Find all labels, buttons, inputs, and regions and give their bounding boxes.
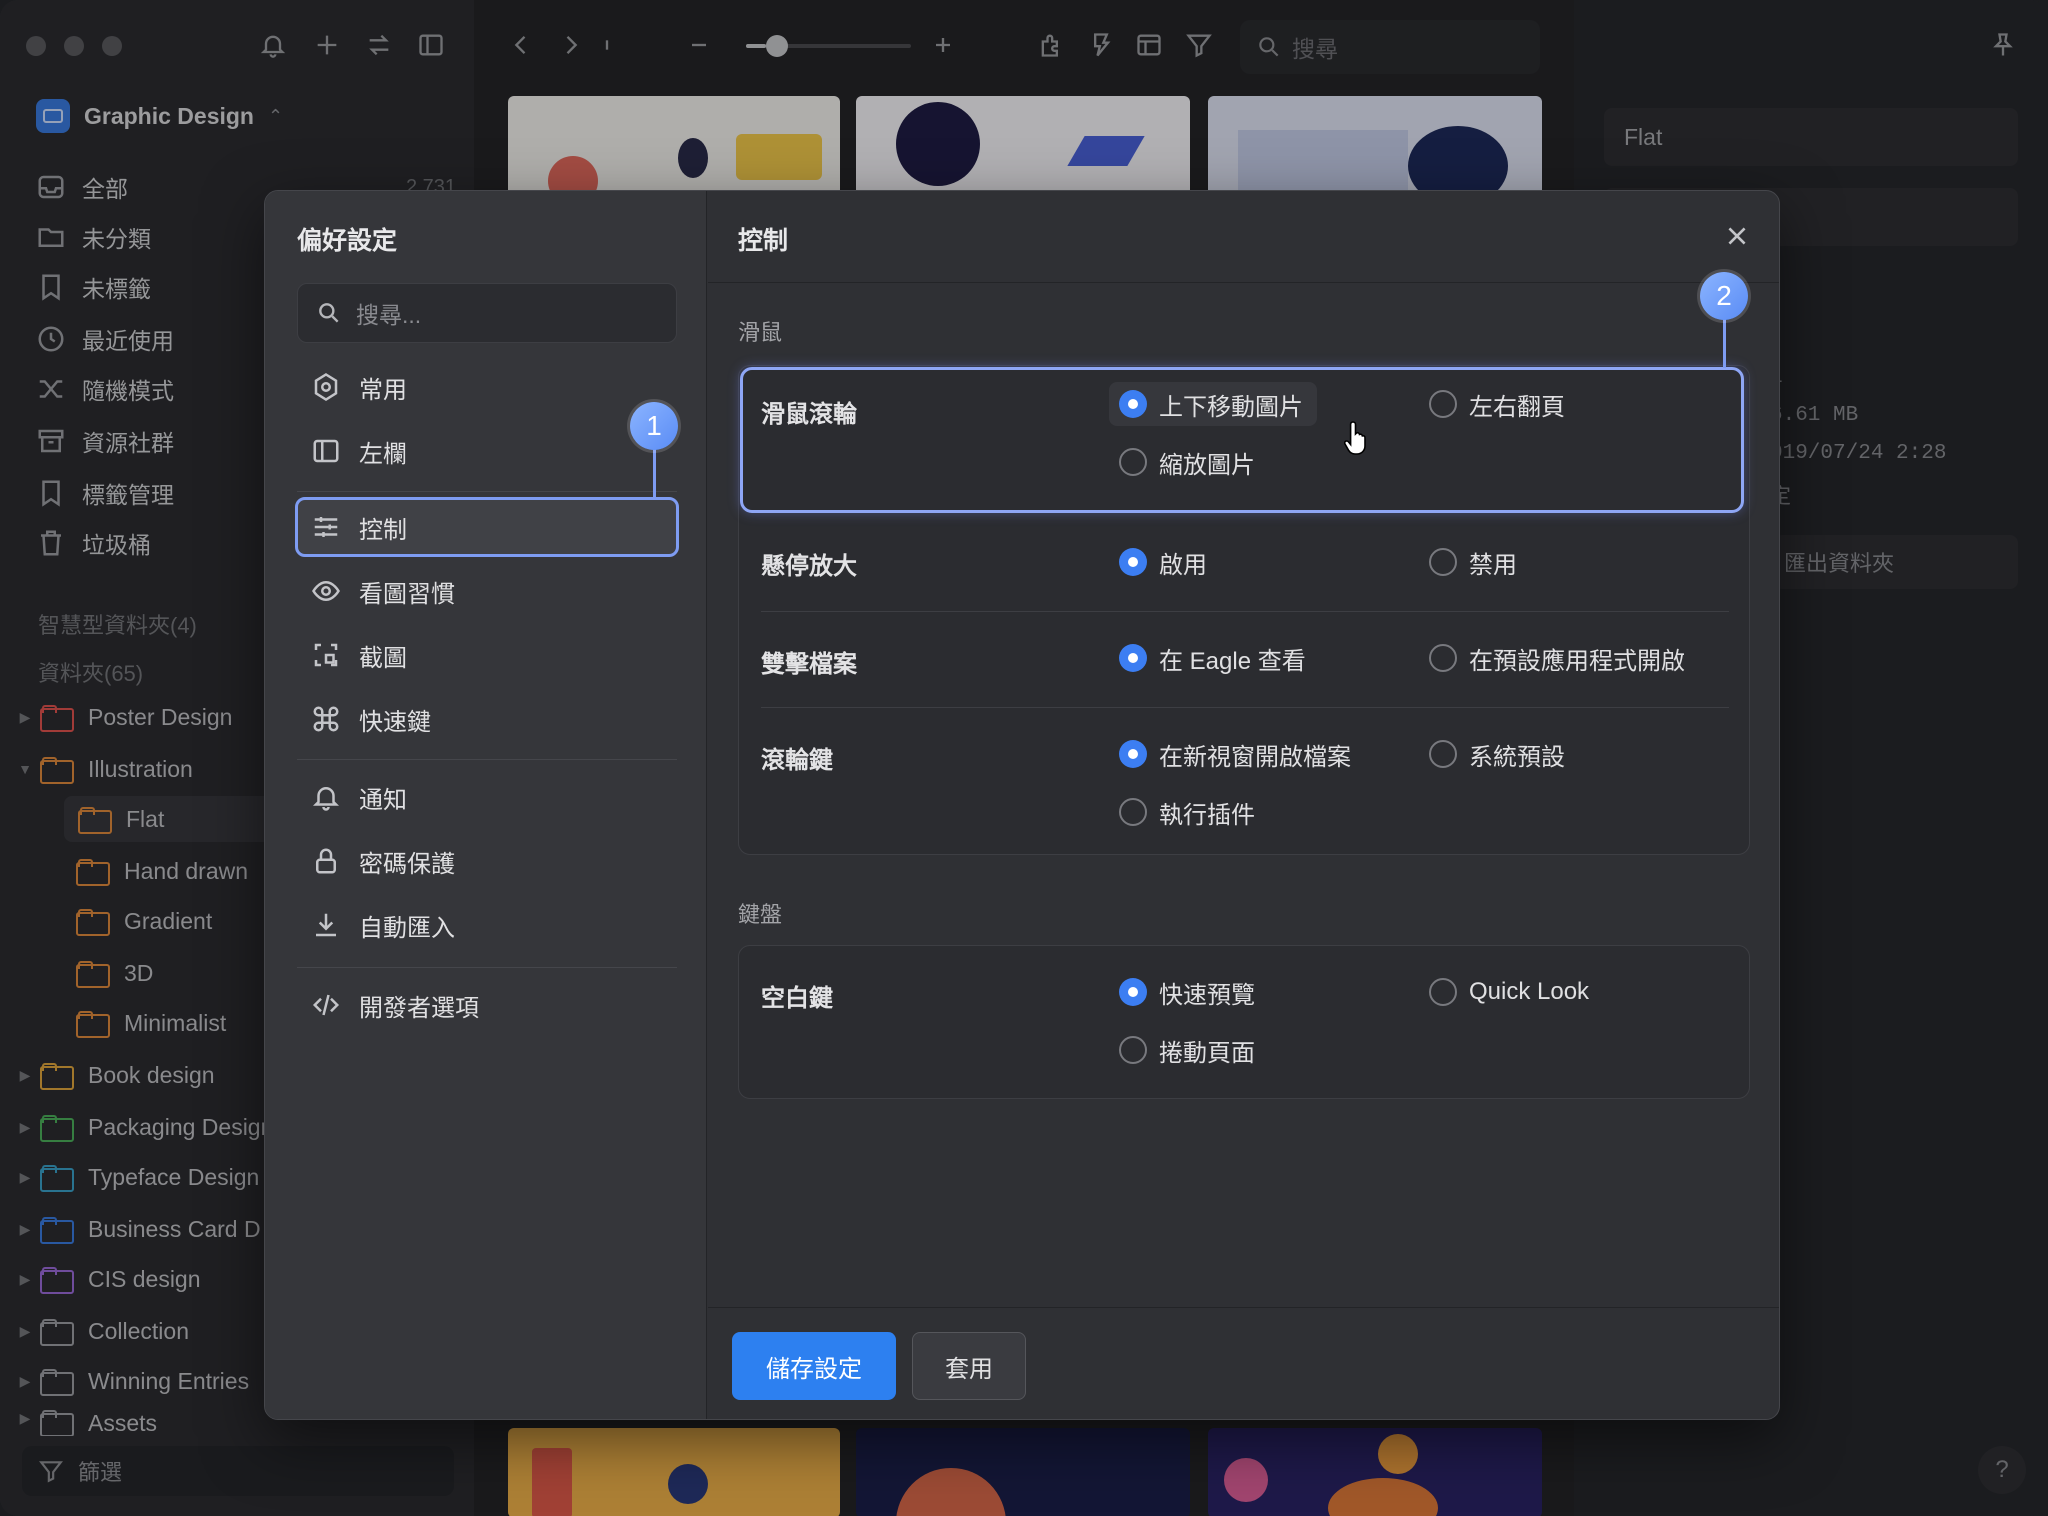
preferences-title: 偏好設定 xyxy=(297,227,398,255)
keyboard-section-label: 鍵盤 xyxy=(738,902,783,927)
double-click-row: 雙擊檔案 在 Eagle 查看 在預設應用程式開啟 xyxy=(739,612,1751,708)
menu-divider xyxy=(297,491,677,492)
pref-item-general[interactable]: 常用 xyxy=(295,357,679,417)
radio-dblclick-default-app[interactable]: 在預設應用程式開啟 xyxy=(1429,636,1685,680)
panel-title: 控制 xyxy=(738,227,789,255)
double-click-label: 雙擊檔案 xyxy=(761,651,857,678)
callout-marker-1: 1 xyxy=(630,402,678,450)
space-key-row: 空白鍵 快速預覽 Quick Look 捲動頁面 xyxy=(739,946,1751,1100)
pref-item-shortcuts[interactable]: 快速鍵 xyxy=(295,689,679,749)
pref-item-label: 控制 xyxy=(359,516,407,544)
callout-line xyxy=(1723,318,1726,368)
callout-line xyxy=(653,448,656,500)
preferences-dialog: 偏好設定 搜尋... 常用 左欄 控制 看圖習慣 截圖 快速鍵 通知 密碼保護 … xyxy=(264,190,1780,1420)
pref-item-label: 截圖 xyxy=(359,644,407,672)
radio-label: 在新視窗開啟檔案 xyxy=(1159,743,1351,771)
radio-dot[interactable] xyxy=(1119,740,1147,768)
hover-zoom-row: 懸停放大 啟用 禁用 xyxy=(739,516,1751,612)
radio-label: 在預設應用程式開啟 xyxy=(1469,647,1685,675)
pref-item-label: 快速鍵 xyxy=(359,708,431,736)
radio-label: 快速預覽 xyxy=(1159,981,1255,1009)
pref-item-left-panel[interactable]: 左欄 xyxy=(295,421,679,481)
menu-divider xyxy=(297,967,677,968)
hand-cursor-icon xyxy=(1344,421,1366,455)
radio-dot[interactable] xyxy=(1119,548,1147,576)
pref-item-label: 看圖習慣 xyxy=(359,580,455,608)
radio-hover-enable[interactable]: 啟用 xyxy=(1119,540,1207,584)
eye-icon xyxy=(312,580,340,602)
pref-item-label: 左欄 xyxy=(359,440,407,468)
radio-label: 在 Eagle 查看 xyxy=(1159,647,1306,675)
radio-wheel-plugin[interactable]: 執行插件 xyxy=(1119,790,1255,834)
gear-icon xyxy=(314,373,338,401)
lock-icon xyxy=(316,848,336,874)
radio-label: 捲動頁面 xyxy=(1159,1039,1255,1067)
radio-dot[interactable] xyxy=(1429,978,1457,1006)
dialog-footer: 儲存設定 套用 xyxy=(708,1307,1779,1419)
middle-click-label: 滾輪鍵 xyxy=(761,747,833,774)
menu-divider xyxy=(297,759,677,760)
bell-icon xyxy=(312,787,340,811)
pref-item-controls[interactable]: 控制 xyxy=(295,497,679,557)
pref-item-notifications[interactable]: 通知 xyxy=(295,767,679,827)
pref-item-label: 密碼保護 xyxy=(359,850,455,878)
save-settings-button[interactable]: 儲存設定 xyxy=(732,1332,896,1400)
radio-label: 系統預設 xyxy=(1469,743,1565,771)
scroll-wheel-highlight xyxy=(740,367,1744,513)
pref-item-screenshot[interactable]: 截圖 xyxy=(295,625,679,685)
screenshot-icon xyxy=(314,643,338,667)
middle-click-row: 滾輪鍵 在新視窗開啟檔案 系統預設 執行插件 xyxy=(739,708,1751,856)
preferences-sidebar: 偏好設定 搜尋... 常用 左欄 控制 看圖習慣 截圖 快速鍵 通知 密碼保護 … xyxy=(265,191,707,1419)
sidebar-icon xyxy=(313,439,339,463)
preferences-content: 控制 滑鼠 滑鼠滾輪 上下移動圖片 左右翻頁 縮放圖片 懸停放大 啟用 禁用 雙… xyxy=(708,191,1779,1419)
download-icon xyxy=(316,913,336,937)
pref-item-password[interactable]: 密碼保護 xyxy=(295,831,679,891)
app-window: Graphic Design ⌃ 全部 2,731 未分類 未標籤 最近使用 隨… xyxy=(0,0,2048,1516)
radio-dot[interactable] xyxy=(1429,548,1457,576)
radio-dot[interactable] xyxy=(1429,740,1457,768)
pref-item-viewing[interactable]: 看圖習慣 xyxy=(295,561,679,621)
preferences-search-input[interactable]: 搜尋... xyxy=(297,283,677,343)
radio-dot[interactable] xyxy=(1119,1036,1147,1064)
pref-item-label: 常用 xyxy=(359,376,407,404)
pref-item-label: 通知 xyxy=(359,786,407,814)
radio-label: 啟用 xyxy=(1159,551,1207,579)
radio-wheel-new-window[interactable]: 在新視窗開啟檔案 xyxy=(1119,732,1351,776)
hover-zoom-label: 懸停放大 xyxy=(761,553,857,580)
radio-label: 禁用 xyxy=(1469,551,1517,579)
radio-dot[interactable] xyxy=(1429,644,1457,672)
callout-marker-2: 2 xyxy=(1700,272,1748,320)
search-icon xyxy=(319,303,339,323)
sliders-icon xyxy=(314,517,338,537)
radio-space-quick-look[interactable]: Quick Look xyxy=(1429,970,1589,1014)
pref-item-label: 自動匯入 xyxy=(359,914,455,942)
pref-item-auto-import[interactable]: 自動匯入 xyxy=(295,895,679,955)
pref-item-label: 開發者選項 xyxy=(359,994,479,1022)
keyboard-settings-group: 空白鍵 快速預覽 Quick Look 捲動頁面 xyxy=(738,945,1750,1099)
pref-item-developer[interactable]: 開發者選項 xyxy=(295,975,679,1035)
space-key-label: 空白鍵 xyxy=(761,985,833,1012)
apply-button[interactable]: 套用 xyxy=(912,1332,1026,1400)
preferences-search-placeholder: 搜尋... xyxy=(356,302,422,328)
radio-space-scroll[interactable]: 捲動頁面 xyxy=(1119,1028,1255,1072)
radio-hover-disable[interactable]: 禁用 xyxy=(1429,540,1517,584)
command-icon xyxy=(313,706,339,732)
radio-dblclick-eagle[interactable]: 在 Eagle 查看 xyxy=(1119,636,1306,680)
mouse-section-label: 滑鼠 xyxy=(738,320,783,345)
content-header: 控制 xyxy=(708,191,1779,283)
radio-dot[interactable] xyxy=(1119,644,1147,672)
code-icon xyxy=(312,994,340,1016)
radio-dot[interactable] xyxy=(1119,978,1147,1006)
radio-label: 執行插件 xyxy=(1159,801,1255,829)
radio-space-quick-preview[interactable]: 快速預覽 xyxy=(1119,970,1255,1014)
radio-dot[interactable] xyxy=(1119,798,1147,826)
radio-wheel-system[interactable]: 系統預設 xyxy=(1429,732,1565,776)
close-icon[interactable] xyxy=(1720,219,1754,253)
radio-label: Quick Look xyxy=(1469,978,1590,1005)
